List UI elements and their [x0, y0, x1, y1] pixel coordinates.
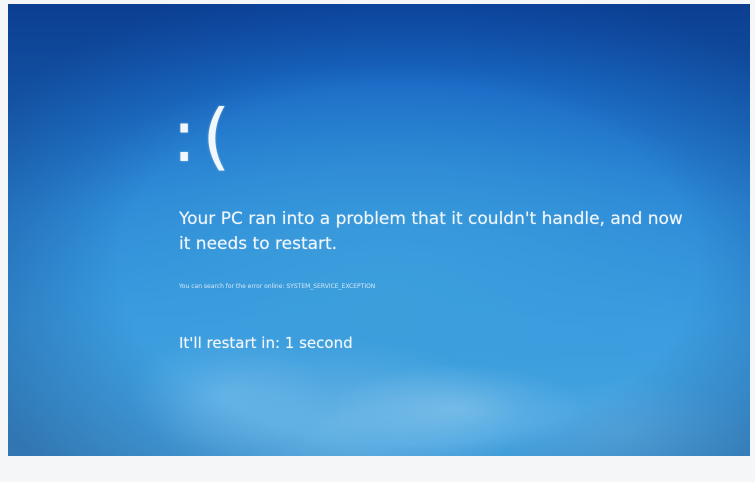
bsod-screen: :( Your PC ran into a problem that it co… [8, 4, 750, 456]
search-hint-line: You can search for the error online: SYS… [179, 283, 375, 291]
error-message: Your PC ran into a problem that it could… [179, 209, 683, 254]
error-code: SYSTEM_SERVICE_EXCEPTION [286, 283, 376, 290]
restart-countdown: It'll restart in: 1 second [179, 334, 353, 352]
sad-face-icon: :( [172, 94, 237, 178]
photo-frame: :( Your PC ran into a problem that it co… [0, 0, 755, 482]
screen-glare-bottom [328, 364, 588, 454]
search-hint: You can search for the error online: [179, 283, 285, 290]
